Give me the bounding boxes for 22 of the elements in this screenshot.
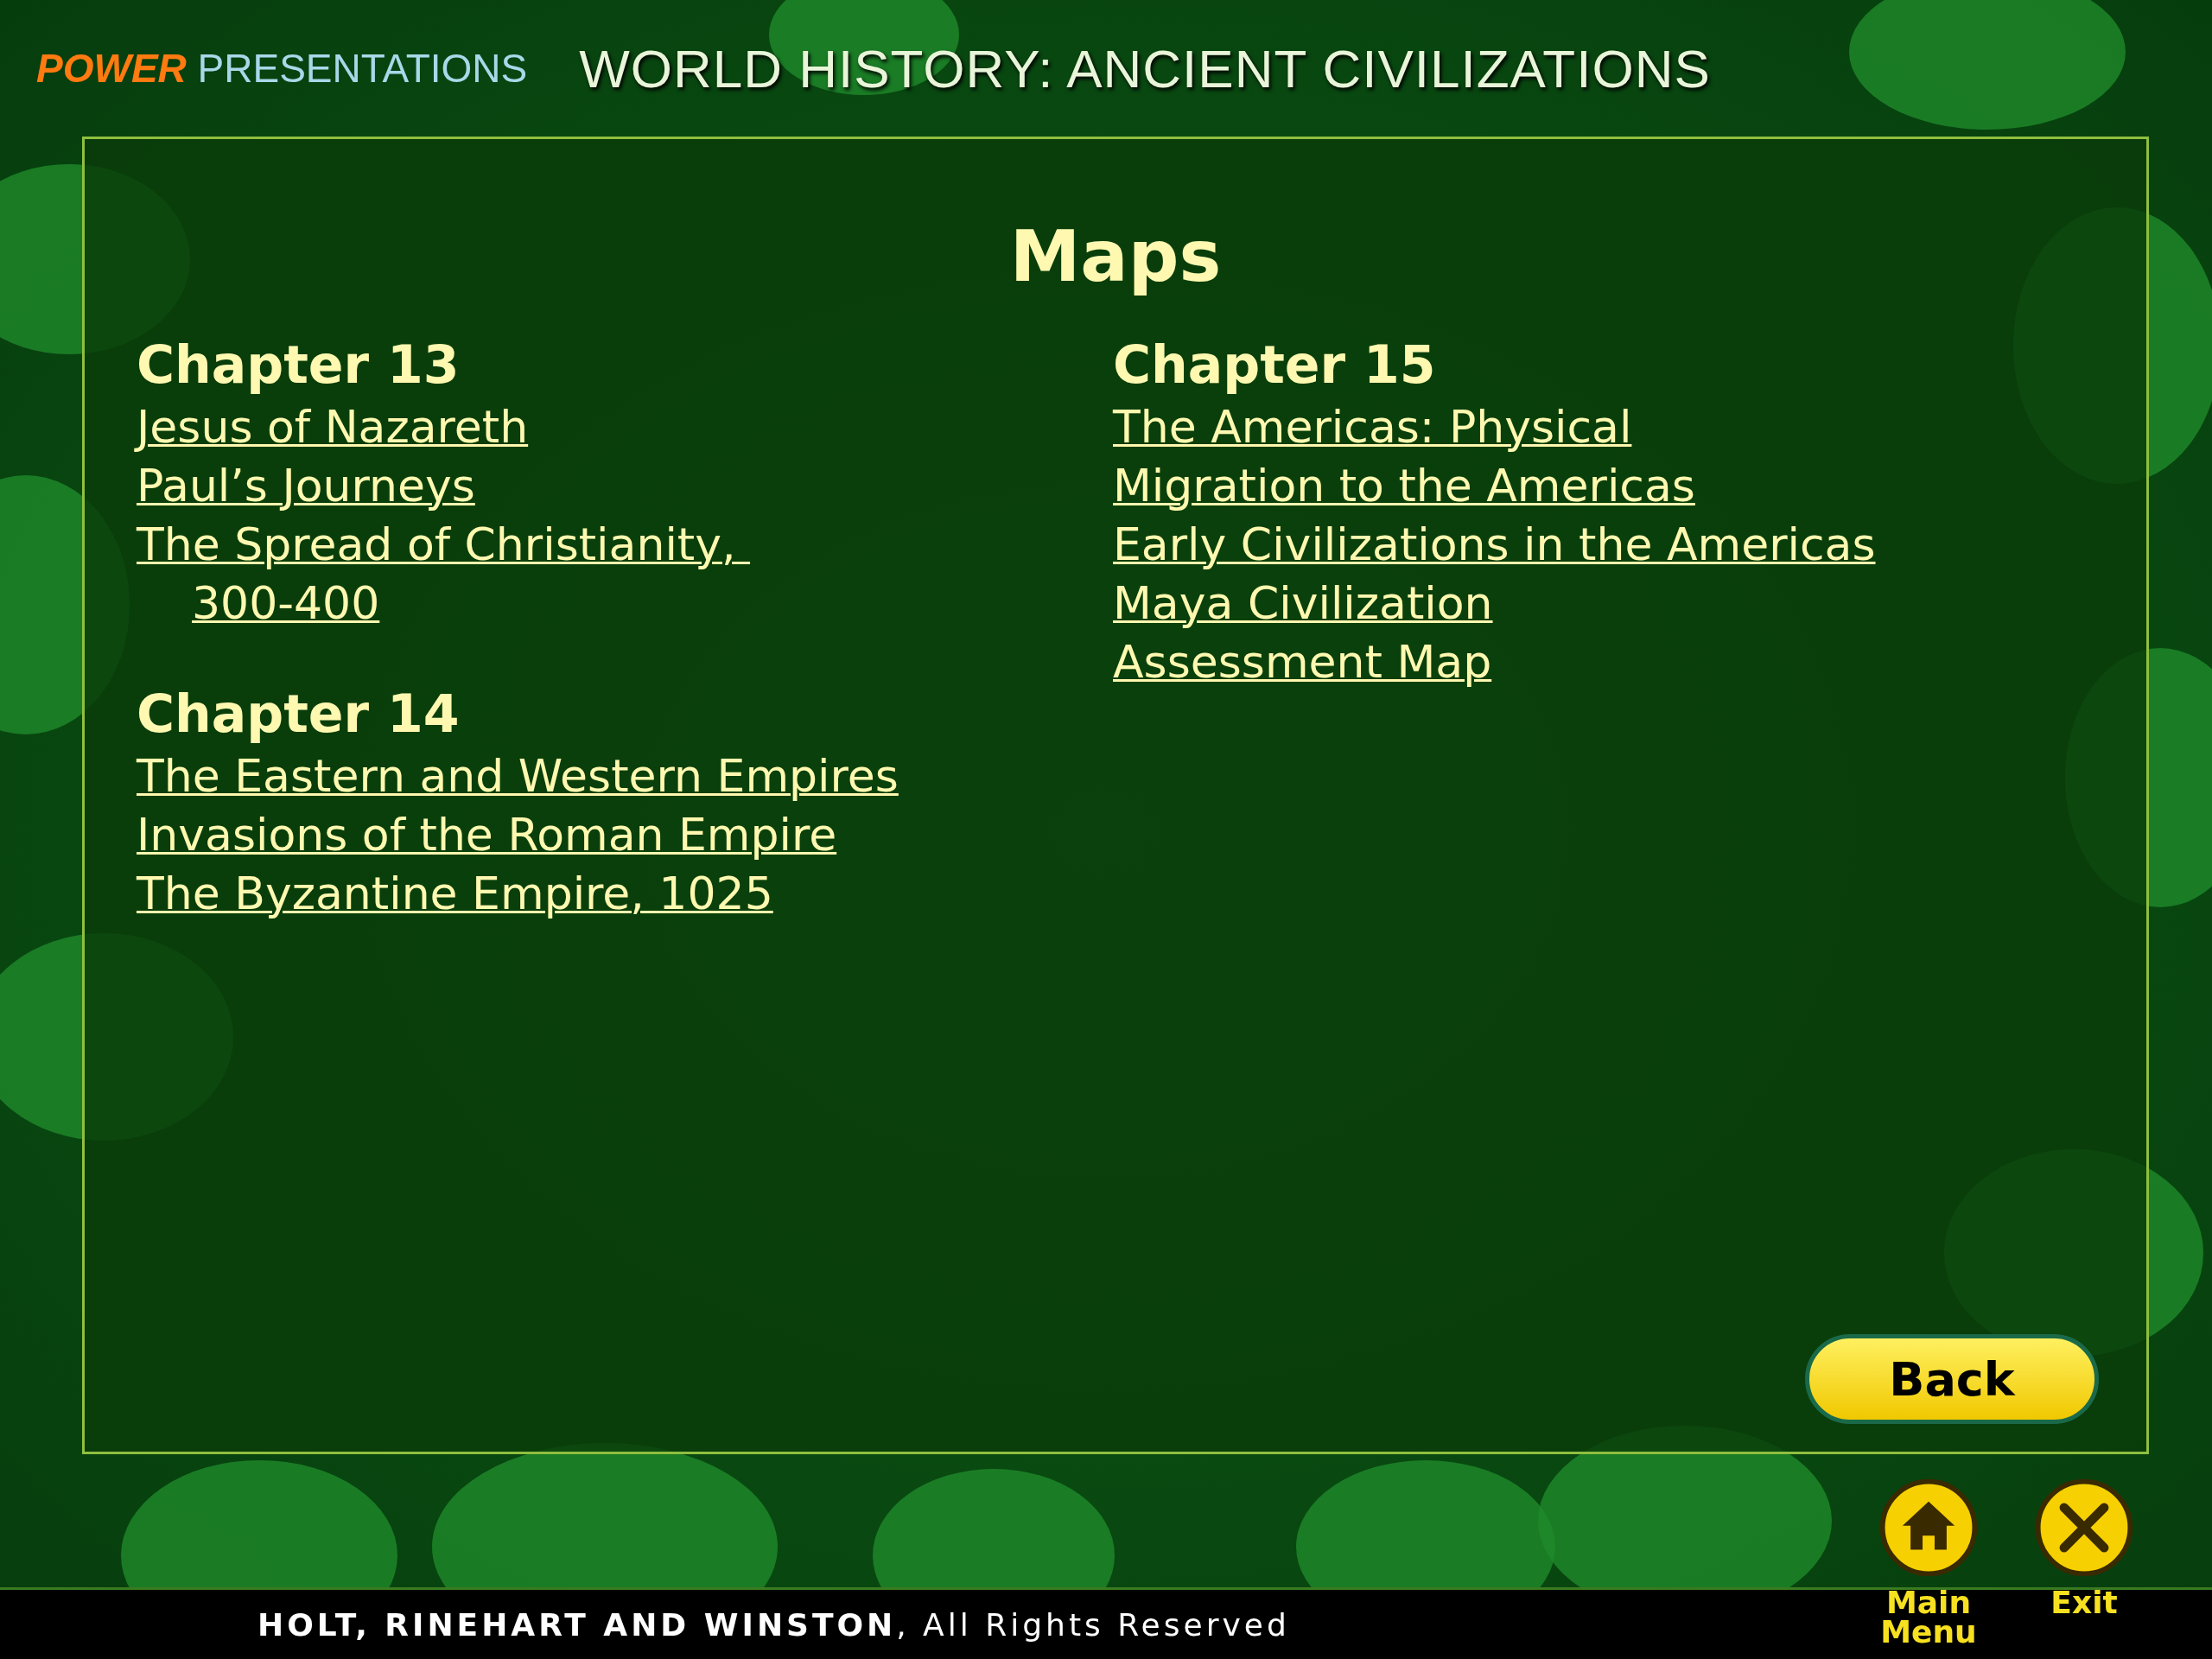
map-link[interactable]: Maya Civilization	[1113, 574, 1493, 632]
map-link[interactable]: Assessment Map	[1113, 632, 1492, 691]
chapter-heading: Chapter 13	[137, 334, 461, 397]
back-button[interactable]: Back	[1805, 1334, 2099, 1424]
map-link[interactable]: The Americas: Physical	[1113, 397, 1632, 456]
chapter-heading: Chapter 14	[137, 683, 461, 746]
close-icon[interactable]	[2034, 1478, 2134, 1578]
map-link[interactable]: The Eastern and Western Empires	[137, 747, 899, 805]
map-link[interactable]: Paul’s Journeys	[137, 456, 475, 515]
map-link[interactable]: Invasions of the Roman Empire	[137, 805, 837, 864]
map-link[interactable]: Migration to the Americas	[1113, 456, 1695, 515]
map-link[interactable]: The Byzantine Empire, 1025	[137, 864, 773, 923]
page-title: Maps	[1008, 215, 1223, 297]
brand-logo: POWER PRESENTATIONS	[36, 45, 528, 92]
course-title: WORLD HISTORY: ANCIENT CIVILIZATIONS	[579, 37, 1711, 99]
home-icon[interactable]	[1878, 1478, 1979, 1578]
map-link[interactable]: The Spread of Christianity, 300-400	[137, 515, 751, 632]
copyright-text: HOLT, RINEHART AND WINSTON, All Rights Reserved	[257, 1606, 1290, 1643]
nav-label[interactable]: Exit	[2050, 1588, 2118, 1618]
map-link[interactable]: Early Civilizations in the Americas	[1113, 515, 1876, 574]
chapter-heading: Chapter 15	[1113, 334, 1437, 397]
nav-label[interactable]: Main Menu	[1880, 1588, 1977, 1647]
